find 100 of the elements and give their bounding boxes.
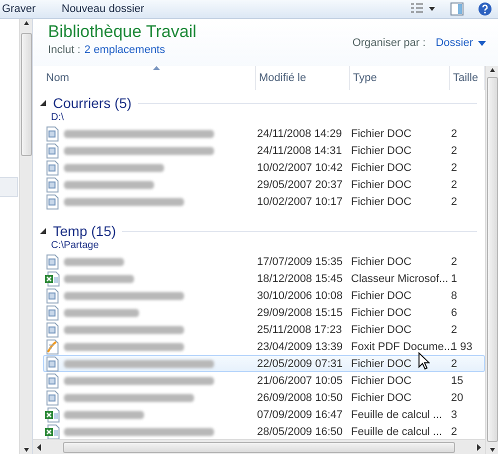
modified-date: 30/10/2006 10:08 [257, 290, 343, 302]
collapse-triangle-icon[interactable] [39, 99, 47, 107]
document-file-icon [44, 160, 60, 176]
document-file-icon [44, 126, 60, 142]
scroll-up-arrow-icon[interactable] [488, 66, 496, 74]
file-size: 6 [451, 307, 458, 319]
scroll-left-arrow-icon[interactable] [36, 444, 42, 450]
file-size: 1 93 [451, 341, 472, 353]
locations-link[interactable]: 2 emplacements [84, 44, 166, 56]
sort-arrow-icon [153, 66, 160, 70]
group-title[interactable]: Temp (15) [53, 223, 116, 239]
modified-date: 17/07/2009 15:35 [257, 256, 343, 268]
help-icon[interactable] [478, 2, 492, 16]
scroll-right-arrow-icon[interactable] [476, 444, 482, 450]
group-path: D:\ [51, 112, 64, 123]
spreadsheet-file-icon [44, 271, 60, 287]
file-type: Fichier DOC [351, 145, 412, 157]
file-type: Fichier DOC [351, 179, 412, 191]
new-folder-button[interactable]: Nouveau dossier [60, 1, 146, 17]
file-size: 2 [451, 196, 458, 208]
document-file-icon [44, 390, 60, 406]
mouse-cursor-icon [418, 352, 430, 370]
modified-date: 28/05/2009 16:50 [257, 426, 343, 438]
column-header[interactable]: Type [350, 66, 450, 90]
file-type: Feuille de calcul ... [351, 426, 442, 438]
file-row[interactable]: 26/09/2008 10:50 Fichier DOC 20 [43, 389, 485, 406]
file-type: Fichier DOC [351, 358, 412, 370]
file-type: Fichier DOC [351, 392, 412, 404]
file-row[interactable]: 24/11/2008 14:29 Fichier DOC 2 [43, 125, 485, 142]
file-type: Classeur Microsof... [351, 273, 448, 285]
blurred-file-name [64, 258, 124, 266]
file-row[interactable]: 29/05/2007 20:37 Fichier DOC 2 [43, 176, 485, 193]
modified-date: 24/11/2008 14:31 [257, 145, 342, 157]
file-size: 20 [451, 392, 464, 404]
file-row[interactable]: 22/05/2009 07:31 Fichier DOC 2 [43, 355, 485, 372]
caret-icon[interactable] [478, 40, 486, 46]
collapse-triangle-icon[interactable] [39, 227, 47, 235]
file-size: 15 [451, 375, 464, 387]
modified-date: 25/11/2008 17:23 [257, 324, 342, 336]
blurred-file-name [64, 275, 134, 283]
spreadsheet-file-icon [44, 407, 60, 423]
file-row[interactable]: 18/12/2008 15:45 Classeur Microsof... 1 [43, 270, 485, 287]
group-title[interactable]: Courriers (5) [53, 95, 132, 111]
library-title: Bibliothèque Travail [48, 22, 196, 42]
file-size: 1 [451, 273, 458, 285]
arrange-dropdown[interactable]: Dossier [436, 37, 486, 49]
document-file-icon [44, 254, 60, 270]
document-file-icon [44, 322, 60, 338]
view-options-icon[interactable] [410, 3, 436, 15]
scroll-down-arrow-icon[interactable] [488, 446, 496, 454]
column-header[interactable]: Taille [450, 66, 485, 90]
file-type: Fichier DOC [351, 128, 412, 140]
document-file-icon [44, 143, 60, 159]
modified-date: 29/09/2008 15:15 [257, 307, 343, 319]
file-type: Foxit PDF Docume... [351, 341, 454, 353]
spreadsheet-file-icon [44, 424, 60, 439]
document-file-icon [44, 305, 60, 321]
file-size: 2 [451, 179, 458, 191]
group-path: C:\Partage [51, 240, 99, 251]
file-row[interactable]: 24/11/2008 14:31 Fichier DOC 2 [43, 142, 485, 159]
modified-date: 26/09/2008 10:50 [257, 392, 343, 404]
document-file-icon [44, 177, 60, 193]
scroll-down-arrow-icon[interactable] [22, 446, 30, 454]
file-type: Fichier DOC [351, 162, 412, 174]
modified-date: 29/05/2007 20:37 [257, 179, 343, 191]
modified-date: 18/12/2008 15:45 [257, 273, 343, 285]
file-row[interactable]: 10/02/2007 10:42 Fichier DOC 2 [43, 159, 485, 176]
modified-date: 07/09/2009 16:47 [257, 409, 343, 421]
scroll-thumb[interactable] [63, 442, 455, 452]
file-row[interactable]: 29/09/2008 15:15 Fichier DOC 6 [43, 304, 485, 321]
document-file-icon [44, 194, 60, 210]
file-row[interactable]: 21/06/2007 10:05 Fichier DOC 15 [43, 372, 485, 389]
file-size: 2 [451, 145, 458, 157]
modified-date: 22/05/2009 07:31 [257, 358, 343, 370]
burn-button[interactable]: Graver [0, 1, 38, 17]
scroll-thumb[interactable] [486, 77, 498, 442]
file-row[interactable]: 17/07/2009 15:35 Fichier DOC 2 [43, 253, 485, 270]
scroll-thumb[interactable] [20, 33, 32, 156]
file-type: Fichier DOC [351, 324, 412, 336]
modified-date: 21/06/2007 10:05 [257, 375, 343, 387]
file-row[interactable]: 23/04/2009 13:39 Foxit PDF Docume...1 93 [43, 338, 485, 355]
preview-pane-icon[interactable] [450, 2, 464, 16]
file-type: Fichier DOC [351, 290, 412, 302]
file-type: Fichier DOC [351, 196, 412, 208]
file-row[interactable]: 25/11/2008 17:23 Fichier DOC 2 [43, 321, 485, 338]
arrange-label: Organiser par : [352, 37, 426, 49]
file-size: 2 [451, 162, 458, 174]
document-file-icon [44, 373, 60, 389]
file-row[interactable]: 10/02/2007 10:17 Fichier DOC 2 [43, 193, 485, 210]
modified-date: 10/02/2007 10:42 [257, 162, 343, 174]
file-row[interactable]: 28/05/2009 16:50 Feuille de calcul ... 2 [43, 423, 485, 439]
file-row[interactable]: 07/09/2009 16:47 Feuille de calcul ... 3 [43, 406, 485, 423]
document-file-icon [44, 356, 60, 372]
file-row[interactable]: 30/10/2006 10:08 Fichier DOC 8 [43, 287, 485, 304]
file-size: 2 [451, 128, 458, 140]
pdf-file-icon [44, 339, 60, 355]
file-size: 2 [451, 324, 458, 336]
scroll-up-arrow-icon[interactable] [22, 19, 30, 27]
file-type: Fichier DOC [351, 307, 412, 319]
file-size: 8 [451, 290, 458, 302]
